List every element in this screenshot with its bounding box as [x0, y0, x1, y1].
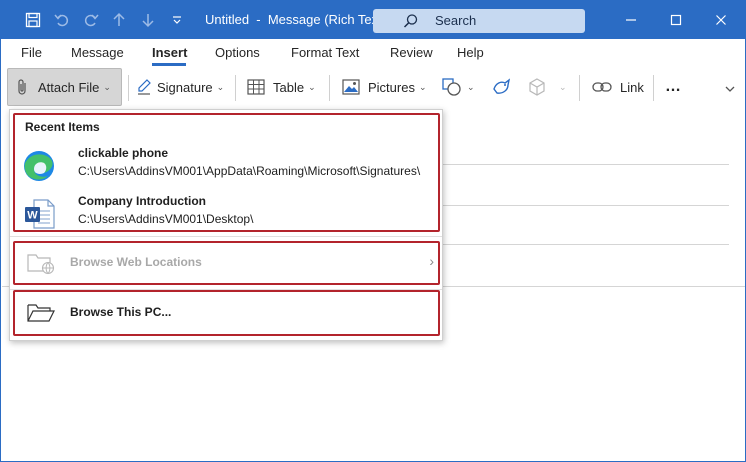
chevron-down-icon: ⌄ — [103, 81, 111, 92]
web-folder-icon — [26, 251, 56, 278]
recent-item-name: clickable phone — [78, 146, 169, 160]
minimize-button[interactable] — [611, 5, 651, 35]
link-icon — [592, 80, 612, 94]
menu-divider — [10, 236, 442, 237]
browse-pc-label: Browse This PC... — [70, 305, 172, 319]
ribbon-tabs: File Message Insert Options Format Text … — [1, 39, 745, 67]
edge-icon — [22, 149, 56, 183]
search-icon — [403, 13, 419, 32]
outlook-message-window: Untitled - Message (Rich Text) Search Fi… — [0, 0, 746, 462]
word-doc-icon: W — [22, 197, 56, 231]
search-placeholder: Search — [435, 13, 477, 28]
field-divider — [443, 164, 729, 165]
browse-web-locations-item: Browse Web Locations › — [18, 245, 438, 281]
field-divider — [443, 244, 729, 245]
tab-insert[interactable]: Insert — [152, 45, 187, 60]
picture-icon — [342, 79, 360, 95]
ribbon-divider — [579, 75, 580, 101]
tab-options[interactable]: Options — [215, 45, 260, 60]
search-input[interactable]: Search — [373, 9, 585, 33]
ribbon-divider — [329, 75, 330, 101]
customize-toolbar-icon[interactable] — [167, 10, 187, 30]
tab-format-text[interactable]: Format Text — [291, 45, 359, 60]
cube-icon — [527, 77, 547, 97]
shapes-button[interactable]: ⌄ — [441, 68, 475, 106]
signature-icon — [136, 78, 152, 96]
chevron-down-icon: ⌄ — [467, 81, 475, 92]
attach-file-button[interactable]: Attach File ⌄ — [7, 68, 122, 106]
chevron-down-icon: ⌄ — [216, 81, 225, 92]
table-label: Table — [273, 79, 305, 95]
title-bar: Untitled - Message (Rich Text) Search — [1, 1, 745, 39]
browse-this-pc-item[interactable]: Browse This PC... — [18, 295, 438, 331]
shapes-icon — [441, 77, 463, 97]
tab-message[interactable]: Message — [71, 45, 124, 60]
table-button[interactable]: Table ⌄ — [247, 68, 316, 106]
recent-item-path: C:\Users\AddinsVM001\Desktop\ — [78, 212, 254, 226]
recent-item[interactable]: clickable phone C:\Users\AddinsVM001\App… — [18, 144, 438, 186]
bird-icon — [491, 77, 513, 97]
recent-item-name: Company Introduction — [78, 194, 206, 208]
table-icon — [247, 79, 265, 95]
chevron-down-icon[interactable] — [724, 79, 736, 99]
3d-models-button: ⌄ — [527, 68, 567, 106]
ribbon-divider — [653, 75, 654, 101]
chevron-down-icon: ⌄ — [559, 81, 567, 92]
folder-icon — [26, 301, 56, 328]
recent-item-path: C:\Users\AddinsVM001\AppData\Roaming\Mic… — [78, 164, 421, 178]
pictures-label: Pictures — [368, 79, 415, 95]
tab-review[interactable]: Review — [390, 45, 433, 60]
svg-text:W: W — [27, 210, 38, 222]
icons-button[interactable] — [491, 68, 513, 106]
up-arrow-icon[interactable] — [109, 10, 129, 30]
tab-help[interactable]: Help — [457, 45, 484, 60]
redo-icon[interactable] — [81, 10, 101, 30]
ribbon-divider — [235, 75, 236, 101]
undo-icon[interactable] — [52, 10, 72, 30]
recent-items-heading: Recent Items — [25, 120, 100, 134]
ribbon-divider — [128, 75, 129, 101]
ribbon-toolbar: Attach File ⌄ Signature ⌄ Table ⌄ Pictur… — [1, 67, 745, 109]
signature-button[interactable]: Signature ⌄ — [136, 68, 224, 106]
maximize-button[interactable] — [656, 5, 696, 35]
chevron-right-icon: › — [429, 253, 434, 269]
paperclip-icon — [16, 78, 28, 96]
down-arrow-icon[interactable] — [138, 10, 158, 30]
chevron-down-icon: ⌄ — [308, 81, 316, 92]
close-button[interactable] — [701, 5, 741, 35]
tab-file[interactable]: File — [21, 45, 42, 60]
chevron-down-icon: ⌄ — [418, 81, 427, 92]
more-commands-button[interactable]: … — [665, 68, 682, 106]
field-divider — [443, 205, 729, 206]
browse-web-label: Browse Web Locations — [70, 255, 202, 269]
active-tab-indicator — [152, 63, 186, 66]
recent-item[interactable]: W Company Introduction C:\Users\AddinsVM… — [18, 192, 438, 234]
signature-label: Signature — [157, 79, 213, 95]
link-label: Link — [620, 79, 644, 95]
link-button[interactable]: Link — [592, 68, 644, 106]
attach-file-label: Attach File — [38, 79, 100, 95]
pictures-button[interactable]: Pictures ⌄ — [342, 68, 427, 106]
save-icon[interactable] — [23, 10, 43, 30]
attach-file-dropdown: Recent Items clickable phone C:\Users\Ad… — [9, 109, 443, 341]
window-title: Untitled - Message (Rich Text) — [205, 12, 387, 27]
